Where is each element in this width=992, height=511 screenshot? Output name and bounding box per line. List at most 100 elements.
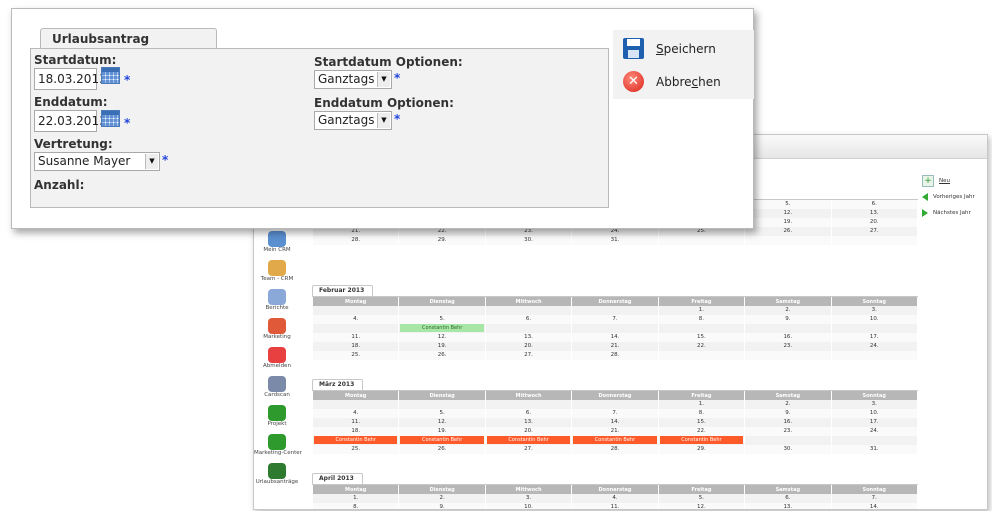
day-cell[interactable]: 28. [572, 351, 658, 360]
vacation-entry[interactable]: Constantin Behr [659, 436, 744, 444]
new-link[interactable]: + Neu [922, 173, 987, 189]
start-options-select[interactable]: Ganztags ▼ [314, 70, 392, 89]
day-cell[interactable]: 13. [485, 418, 572, 427]
day-cell[interactable] [485, 306, 572, 315]
day-cell[interactable]: 25. [313, 351, 399, 360]
day-cell[interactable]: 11. [313, 333, 399, 342]
day-cell[interactable]: 3. [831, 400, 917, 409]
day-cell[interactable]: 5. [745, 200, 831, 209]
day-cell[interactable]: 18. [313, 342, 399, 351]
substitute-select[interactable]: Susanne Mayer ▼ [34, 152, 160, 171]
day-cell[interactable]: 4. [313, 409, 399, 418]
day-cell[interactable] [745, 236, 831, 245]
nav-item[interactable]: Team - CRM [254, 260, 300, 289]
day-cell[interactable]: 17. [831, 333, 917, 342]
day-cell[interactable]: 1. [313, 494, 399, 503]
day-cell[interactable]: 19. [399, 427, 485, 436]
day-cell[interactable]: 21. [572, 342, 658, 351]
day-cell[interactable]: 30. [745, 445, 831, 454]
day-cell[interactable]: 22. [658, 342, 745, 351]
day-cell[interactable]: 14. [572, 333, 658, 342]
day-cell[interactable]: 7. [572, 315, 658, 324]
day-cell[interactable]: 9. [399, 503, 485, 509]
day-cell[interactable]: 6. [485, 315, 572, 324]
day-cell[interactable]: 24. [831, 427, 917, 436]
day-cell[interactable] [745, 351, 831, 360]
day-cell[interactable]: 3. [831, 306, 917, 315]
form-tab[interactable]: Urlaubsantrag einreichen [40, 28, 217, 66]
day-cell[interactable]: 22. [658, 427, 745, 436]
day-cell[interactable]: 25. [313, 445, 399, 454]
day-cell[interactable]: 11. [572, 503, 658, 509]
day-cell[interactable]: 5. [399, 409, 485, 418]
previous-year-link[interactable]: Vorheriges Jahr [922, 189, 987, 205]
nav-item[interactable]: Berichte [254, 289, 300, 318]
day-cell[interactable]: 16. [745, 418, 831, 427]
nav-item[interactable]: Projekt [254, 405, 300, 434]
calendar-picker-icon[interactable] [101, 67, 120, 84]
nav-item[interactable]: Urlaubsanträge [254, 463, 300, 492]
nav-item[interactable]: Abmelden [254, 347, 300, 376]
day-cell[interactable]: 13. [745, 503, 831, 509]
day-cell[interactable] [572, 306, 658, 315]
vacation-entry[interactable]: Constantin Behr [400, 324, 484, 332]
day-cell[interactable]: 5. [399, 315, 485, 324]
day-cell[interactable]: 12. [658, 503, 745, 509]
start-date-field[interactable]: 18.03.2013 [34, 68, 107, 90]
day-cell[interactable]: 2. [399, 494, 485, 503]
calendar-picker-icon[interactable] [101, 110, 120, 127]
day-cell[interactable]: 11. [313, 418, 399, 427]
day-cell[interactable]: 19. [399, 342, 485, 351]
day-cell[interactable] [485, 324, 572, 333]
day-cell[interactable]: Constantin Behr [572, 436, 658, 445]
day-cell[interactable] [485, 400, 572, 409]
day-cell[interactable]: 10. [485, 503, 572, 509]
day-cell[interactable]: 17. [831, 418, 917, 427]
day-cell[interactable]: 29. [658, 445, 745, 454]
day-cell[interactable] [745, 436, 831, 445]
day-cell[interactable]: 9. [745, 409, 831, 418]
nav-item[interactable]: Marketing [254, 318, 300, 347]
day-cell[interactable]: 14. [831, 503, 917, 509]
vacation-entry[interactable]: Constantin Behr [400, 436, 484, 444]
nav-item[interactable]: Marketing-Center [254, 434, 302, 463]
nav-item[interactable]: Cardscan [254, 376, 300, 405]
day-cell[interactable]: 20. [485, 342, 572, 351]
day-cell[interactable] [313, 324, 399, 333]
day-cell[interactable]: 1. [658, 306, 745, 315]
day-cell[interactable]: 26. [399, 351, 485, 360]
cancel-button[interactable]: ✕ Abbrechen [623, 71, 721, 92]
day-cell[interactable]: 31. [572, 236, 658, 245]
day-cell[interactable]: 10. [831, 315, 917, 324]
day-cell[interactable]: 15. [658, 418, 745, 427]
vacation-entry[interactable]: Constantin Behr [314, 436, 398, 444]
day-cell[interactable]: 1. [658, 400, 745, 409]
day-cell[interactable]: 8. [313, 503, 399, 509]
day-cell[interactable] [399, 400, 485, 409]
day-cell[interactable]: 13. [831, 209, 917, 218]
nav-item[interactable]: Mein CRM [254, 231, 300, 260]
day-cell[interactable]: 27. [831, 227, 917, 236]
day-cell[interactable] [313, 400, 399, 409]
day-cell[interactable]: 7. [572, 409, 658, 418]
day-cell[interactable]: 28. [313, 236, 399, 245]
day-cell[interactable] [658, 236, 745, 245]
day-cell[interactable]: 8. [658, 315, 745, 324]
vacation-entry[interactable]: Constantin Behr [573, 436, 657, 444]
day-cell[interactable]: 4. [313, 315, 399, 324]
day-cell[interactable]: 28. [572, 445, 658, 454]
day-cell[interactable]: 23. [745, 427, 831, 436]
day-cell[interactable] [831, 351, 917, 360]
day-cell[interactable]: 6. [485, 409, 572, 418]
day-cell[interactable]: 24. [831, 342, 917, 351]
day-cell[interactable]: 13. [485, 333, 572, 342]
day-cell[interactable]: 8. [658, 409, 745, 418]
day-cell[interactable]: 29. [399, 236, 485, 245]
day-cell[interactable]: 2. [745, 306, 831, 315]
day-cell[interactable]: 5. [658, 494, 745, 503]
day-cell[interactable] [745, 324, 831, 333]
day-cell[interactable]: 12. [399, 333, 485, 342]
day-cell[interactable]: 4. [572, 494, 658, 503]
day-cell[interactable]: Constantin Behr [399, 436, 485, 445]
day-cell[interactable]: 3. [485, 494, 572, 503]
